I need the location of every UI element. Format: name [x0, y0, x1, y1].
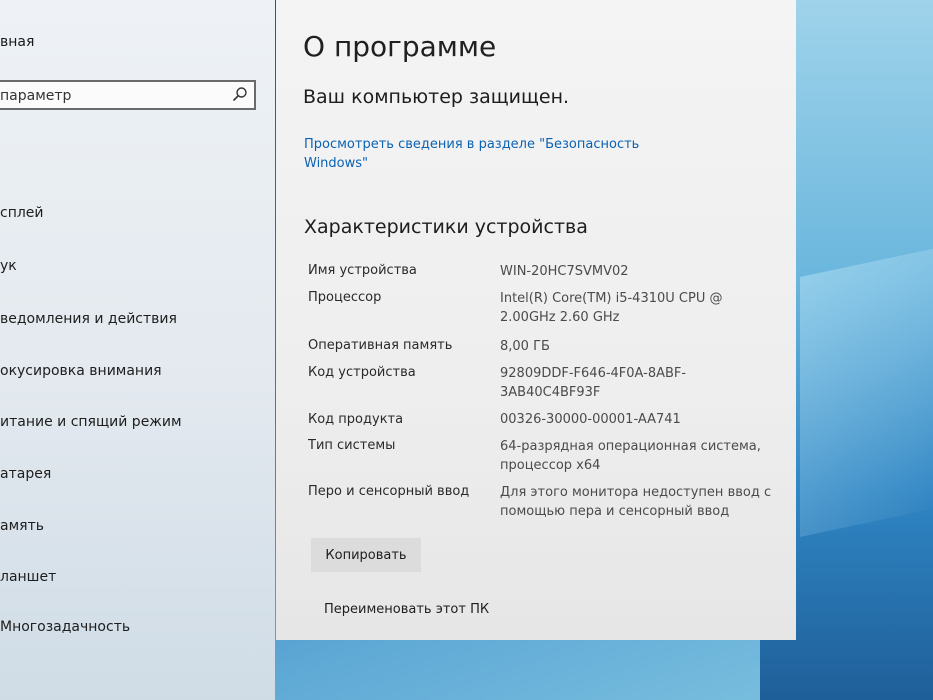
- search-input[interactable]: параметр: [0, 80, 256, 110]
- spec-label-processor: Процессор: [308, 290, 382, 305]
- spec-value-processor: Intel(R) Core(TM) i5-4310U CPU @ 2.00GHz…: [500, 291, 723, 325]
- sidebar-item-sound[interactable]: ук: [0, 258, 17, 274]
- spec-label-device-name: Имя устройства: [308, 263, 417, 278]
- sidebar-item-focus-assist[interactable]: окусировка внимания: [0, 363, 162, 379]
- sidebar-item-tablet[interactable]: ланшет: [0, 569, 56, 585]
- wallpaper-beam: [800, 242, 933, 538]
- spec-value-ram: 8,00 ГБ: [500, 339, 550, 354]
- spec-label-pen-touch: Перо и сенсорный ввод: [308, 484, 470, 499]
- spec-value-system-type: 64-разрядная операционная система, проце…: [500, 439, 761, 473]
- spec-value-pen-touch: Для этого монитора недоступен ввод с пом…: [500, 485, 772, 519]
- sidebar-item-power-sleep[interactable]: итание и спящий режим: [0, 414, 182, 430]
- sidebar-item-multitasking[interactable]: Многозадачность: [0, 619, 130, 635]
- protection-status: Ваш компьютер защищен.: [303, 86, 570, 108]
- rename-pc-button[interactable]: Переименовать этот ПК: [311, 596, 511, 622]
- sidebar-home-label[interactable]: вная: [0, 34, 34, 50]
- spec-value-device-id: 92809DDF-F646-4F0A-8ABF-3AB40C4BF93F: [500, 366, 687, 400]
- spec-label-device-id: Код устройства: [308, 365, 416, 380]
- sidebar-item-display[interactable]: сплей: [0, 205, 44, 221]
- spec-value-product-id: 00326-30000-00001-AA741: [500, 412, 681, 427]
- page-title: О программе: [303, 30, 497, 63]
- copy-button[interactable]: Копировать: [311, 538, 421, 572]
- windows-security-link[interactable]: Просмотреть сведения в разделе "Безопасн…: [304, 135, 664, 173]
- spec-label-product-id: Код продукта: [308, 412, 404, 427]
- search-input-text: параметр: [0, 88, 72, 104]
- sidebar-item-storage[interactable]: амять: [0, 518, 44, 534]
- device-specs-heading: Характеристики устройства: [304, 216, 588, 238]
- sidebar-item-notifications[interactable]: ведомления и действия: [0, 311, 177, 327]
- about-panel: О программе Ваш компьютер защищен. Просм…: [276, 0, 796, 640]
- settings-sidebar: вная параметр сплей ук ведомления и дейс…: [0, 0, 275, 700]
- sidebar-item-battery[interactable]: атарея: [0, 466, 51, 482]
- spec-value-device-name: WIN-20HC7SVMV02: [500, 264, 629, 279]
- search-icon[interactable]: [232, 86, 248, 102]
- spec-label-system-type: Тип системы: [308, 438, 396, 453]
- spec-label-ram: Оперативная память: [308, 338, 453, 353]
